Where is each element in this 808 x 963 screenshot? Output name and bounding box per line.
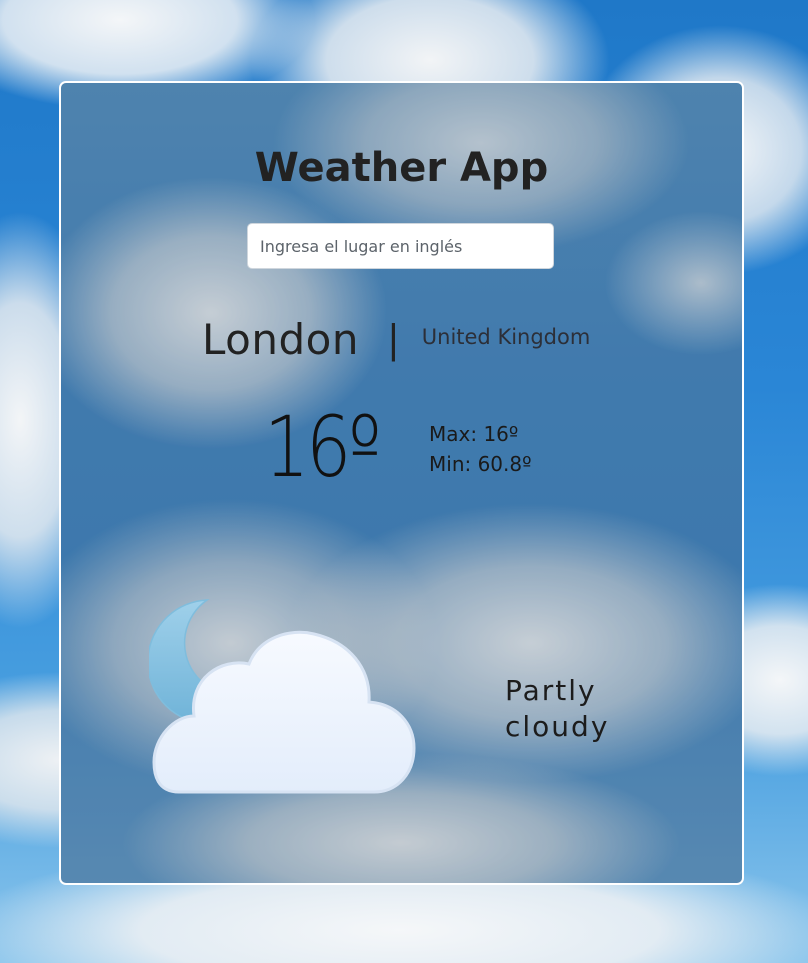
cloud-shape: [152, 630, 416, 794]
partly-cloudy-night-icon: [149, 599, 416, 794]
weather-card: Weather App London | United Kingdom 16º …: [59, 81, 744, 885]
app-title: Weather App: [254, 145, 549, 191]
city-name: London: [202, 314, 359, 364]
country-name: United Kingdom: [421, 325, 591, 349]
condition-text: Partly cloudy: [505, 674, 610, 743]
location-row: London | United Kingdom: [202, 311, 590, 367]
min-max-block: Max: 16º Min: 60.8º: [429, 419, 532, 479]
min-temperature: Min: 60.8º: [429, 452, 532, 476]
location-separator: |: [386, 317, 400, 361]
max-temperature: Max: 16º: [429, 422, 519, 446]
current-temperature: 16º: [264, 398, 382, 496]
location-search-input[interactable]: [247, 223, 554, 269]
